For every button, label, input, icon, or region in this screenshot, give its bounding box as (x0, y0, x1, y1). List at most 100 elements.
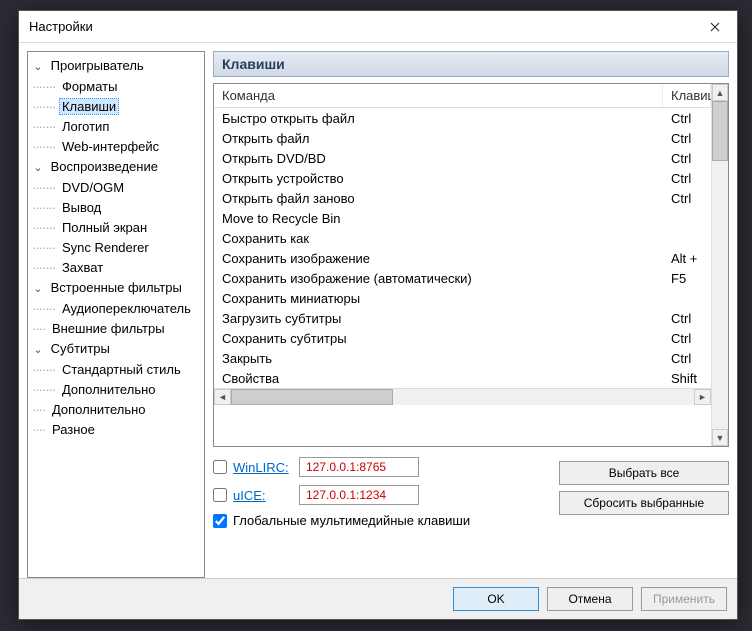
list-row[interactable]: Загрузить субтитрыCtrl (214, 308, 711, 328)
cmd-cell: Быстро открыть файл (214, 108, 663, 128)
list-row[interactable]: Открыть устройствоCtrl (214, 168, 711, 188)
list-row[interactable]: Сохранить субтитрыCtrl (214, 328, 711, 348)
list-row[interactable]: Сохранить изображениеAlt + (214, 248, 711, 268)
ok-button[interactable]: OK (453, 587, 539, 611)
scroll-down-icon[interactable]: ▼ (712, 429, 728, 446)
tree-label: Разное (49, 421, 98, 438)
winlirc-address[interactable]: 127.0.0.1:8765 (299, 457, 419, 477)
key-cell: Ctrl (663, 188, 711, 208)
list-row[interactable]: Сохранить как (214, 228, 711, 248)
list-row[interactable]: СвойстваShift (214, 368, 711, 388)
section-title: Клавиши (213, 51, 729, 77)
key-cell: Ctrl (663, 348, 711, 368)
tree-node[interactable]: ······· Web-интерфейс (28, 137, 204, 157)
list-row[interactable]: ЗакрытьCtrl (214, 348, 711, 368)
key-cell: Ctrl (663, 168, 711, 188)
tree-dots: ······· (32, 260, 55, 275)
collapse-icon[interactable]: ⌄ (32, 279, 44, 299)
tree-node[interactable]: ······· Логотип (28, 117, 204, 137)
tree-node[interactable]: ······· Стандартный стиль (28, 360, 204, 380)
global-keys-checkbox[interactable] (213, 514, 227, 528)
tree-node[interactable]: ⌄ Воспроизведение (28, 157, 204, 178)
tree-dots: ······· (32, 119, 55, 134)
tree-label: Воспроизведение (48, 158, 161, 175)
tree-label: Вывод (59, 199, 104, 216)
uice-checkbox[interactable] (213, 488, 227, 502)
select-all-button[interactable]: Выбрать все (559, 461, 729, 485)
col-command[interactable]: Команда (214, 84, 663, 107)
cmd-cell: Загрузить субтитры (214, 308, 663, 328)
tree-node[interactable]: ⌄ Субтитры (28, 339, 204, 360)
key-cell (663, 228, 711, 248)
scroll-left-icon[interactable]: ◄ (214, 389, 231, 405)
tree-dots: ······· (32, 240, 55, 255)
tree-node[interactable]: ⌄ Встроенные фильтры (28, 278, 204, 299)
list-row[interactable]: Открыть файлCtrl (214, 128, 711, 148)
col-key[interactable]: Клавиши (663, 84, 711, 107)
horizontal-scrollbar[interactable]: ◄ ► (214, 388, 711, 405)
cmd-cell: Открыть DVD/BD (214, 148, 663, 168)
tree-label: Проигрыватель (48, 57, 147, 74)
winlirc-checkbox[interactable] (213, 460, 227, 474)
tree-label: Клавиши (59, 98, 119, 115)
reset-selected-button[interactable]: Сбросить выбранные (559, 491, 729, 515)
key-cell: F5 (663, 268, 711, 288)
tree-node[interactable]: ······· Полный экран (28, 218, 204, 238)
uice-address[interactable]: 127.0.0.1:1234 (299, 485, 419, 505)
scroll-up-icon[interactable]: ▲ (712, 84, 728, 101)
key-cell: Alt + (663, 248, 711, 268)
key-cell: Ctrl (663, 108, 711, 128)
list-row[interactable]: Move to Recycle Bin (214, 208, 711, 228)
cancel-button[interactable]: Отмена (547, 587, 633, 611)
keybind-list[interactable]: Команда Клавиши Быстро открыть файлCtrlО… (213, 83, 729, 447)
hscroll-thumb[interactable] (231, 389, 393, 405)
vscroll-thumb[interactable] (712, 101, 728, 161)
tree-node[interactable]: ···· Дополнительно (28, 400, 204, 420)
collapse-icon[interactable]: ⌄ (32, 158, 44, 178)
tree-label: Субтитры (48, 340, 113, 357)
tree-dots: ······· (32, 220, 55, 235)
global-keys-row: Глобальные мультимедийные клавиши (213, 513, 559, 528)
tree-label: Дополнительно (59, 381, 159, 398)
cmd-cell: Move to Recycle Bin (214, 208, 663, 228)
tree-node[interactable]: ···· Внешние фильтры (28, 319, 204, 339)
list-row[interactable]: Открыть файл зановоCtrl (214, 188, 711, 208)
list-row[interactable]: Быстро открыть файлCtrl (214, 108, 711, 128)
tree-label: Стандартный стиль (59, 361, 184, 378)
tree-node[interactable]: ······· Форматы (28, 77, 204, 97)
tree-node[interactable]: ······· Дополнительно (28, 380, 204, 400)
cmd-cell: Сохранить изображение (автоматически) (214, 268, 663, 288)
category-tree[interactable]: ⌄ Проигрыватель······· Форматы······· Кл… (27, 51, 205, 578)
uice-link[interactable]: uICE: (233, 488, 293, 503)
apply-button[interactable]: Применить (641, 587, 727, 611)
tree-dots: ······· (32, 362, 55, 377)
vertical-scrollbar[interactable]: ▲ ▼ (711, 84, 728, 446)
tree-node[interactable]: ······· Клавиши (28, 97, 204, 117)
global-keys-label: Глобальные мультимедийные клавиши (233, 513, 470, 528)
tree-dots: ······· (32, 180, 55, 195)
tree-node[interactable]: ···· Разное (28, 420, 204, 440)
tree-dots: ······· (32, 301, 55, 316)
key-cell: Ctrl (663, 128, 711, 148)
winlirc-link[interactable]: WinLIRC: (233, 460, 293, 475)
tree-label: Форматы (59, 78, 121, 95)
tree-node[interactable]: ······· Вывод (28, 198, 204, 218)
tree-node[interactable]: ······· Sync Renderer (28, 238, 204, 258)
close-button[interactable] (692, 11, 737, 42)
list-row[interactable]: Сохранить миниатюры (214, 288, 711, 308)
collapse-icon[interactable]: ⌄ (32, 340, 44, 360)
tree-dots: ······· (32, 99, 55, 114)
list-row[interactable]: Открыть DVD/BDCtrl (214, 148, 711, 168)
tree-node[interactable]: ⌄ Проигрыватель (28, 56, 204, 77)
winlirc-row: WinLIRC: 127.0.0.1:8765 (213, 457, 559, 477)
tree-node[interactable]: ······· Захват (28, 258, 204, 278)
tree-node[interactable]: ······· DVD/OGM (28, 178, 204, 198)
list-row[interactable]: Сохранить изображение (автоматически)F5 (214, 268, 711, 288)
right-panel: Клавиши Команда Клавиши Быстро открыть ф… (213, 51, 729, 578)
collapse-icon[interactable]: ⌄ (32, 57, 44, 77)
key-cell (663, 288, 711, 308)
scroll-right-icon[interactable]: ► (694, 389, 711, 405)
tree-label: Встроенные фильтры (48, 279, 185, 296)
tree-label: Дополнительно (49, 401, 149, 418)
tree-node[interactable]: ······· Аудиопереключатель (28, 299, 204, 319)
